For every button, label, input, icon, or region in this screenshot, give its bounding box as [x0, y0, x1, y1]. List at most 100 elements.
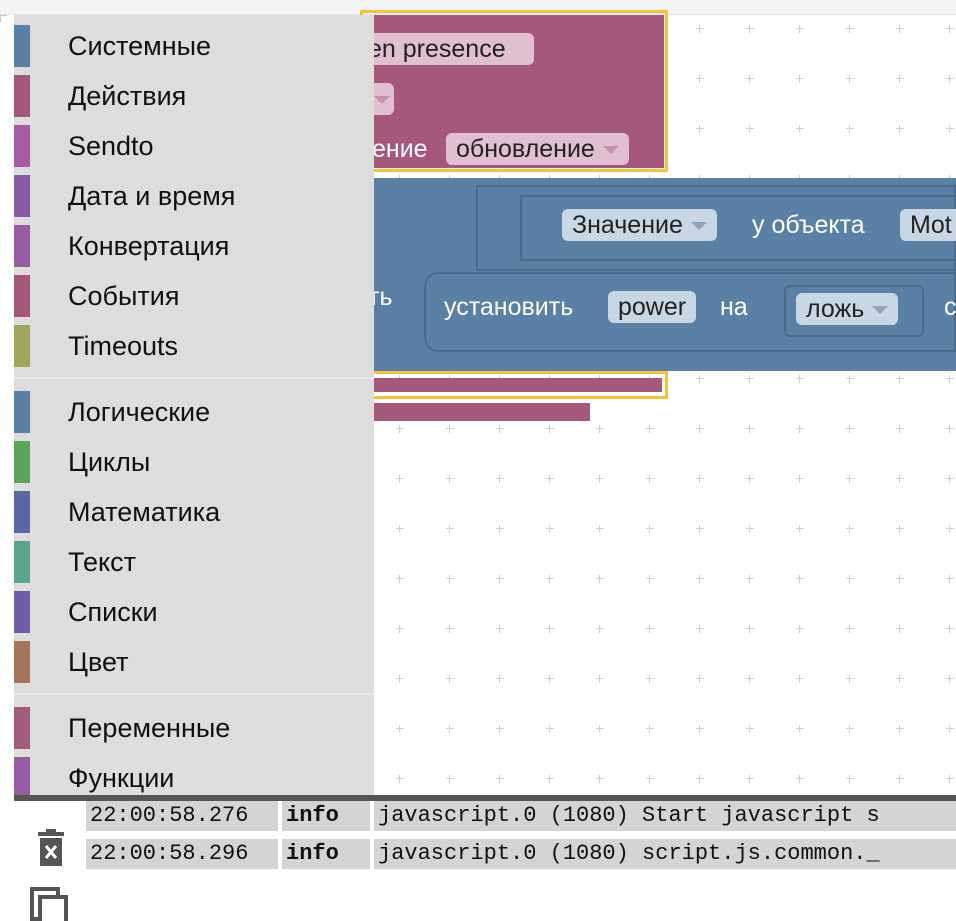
log-table: 22:00:58.276 info javascript.0 (1080) Star… [86, 801, 956, 918]
grid-mark [646, 725, 654, 733]
grid-mark [796, 425, 804, 433]
grid-mark [396, 475, 404, 483]
category-label: Текст [68, 546, 136, 577]
grid-mark [446, 575, 454, 583]
grid-mark [746, 125, 754, 133]
category-color-swatch [14, 25, 30, 67]
category-label: Цвет [68, 646, 129, 677]
toolbox-category[interactable]: Действия [14, 71, 374, 121]
grid-mark [496, 675, 504, 683]
grid-mark [546, 775, 554, 783]
category-label: Дата и время [68, 180, 236, 211]
grid-mark [896, 625, 904, 633]
grid-mark [846, 525, 854, 533]
grid-mark [396, 625, 404, 633]
grid-mark [396, 725, 404, 733]
set-field-name[interactable]: power [608, 291, 697, 323]
grid-mark [546, 525, 554, 533]
log-level: info [282, 801, 370, 831]
category-color-swatch [14, 757, 30, 799]
category-color-swatch [14, 641, 30, 683]
grid-mark [846, 625, 854, 633]
category-label: Списки [68, 596, 158, 627]
grid-mark [846, 425, 854, 433]
toolbox-category[interactable]: Sendto [14, 121, 374, 171]
grid-mark [946, 25, 954, 33]
trigger-presence-field[interactable]: en presence [362, 33, 534, 65]
grid-mark [596, 725, 604, 733]
toolbox-category[interactable]: Математика [14, 487, 374, 537]
grid-mark [846, 75, 854, 83]
log-time: 22:00:58.296 [86, 839, 278, 869]
category-color-swatch [14, 225, 30, 267]
log-row: 22:00:58.296 info javascript.0 (1080) scri… [86, 839, 956, 869]
grid-mark [796, 475, 804, 483]
log-toolbar [14, 801, 87, 921]
grid-mark [946, 625, 954, 633]
category-label: Циклы [68, 446, 151, 477]
set-label: установить [444, 293, 574, 321]
grid-mark [896, 525, 904, 533]
category-color-swatch [14, 591, 30, 633]
object-field[interactable]: Mot [900, 209, 956, 241]
grid-mark [896, 125, 904, 133]
log-row: 22:00:58.276 info javascript.0 (1080) Star… [86, 801, 956, 831]
grid-mark [496, 475, 504, 483]
grid-mark [396, 775, 404, 783]
copy-icon[interactable] [30, 887, 70, 921]
grid-mark [746, 625, 754, 633]
grid-mark [596, 775, 604, 783]
grid-mark [846, 775, 854, 783]
grid-mark [746, 675, 754, 683]
get-value-dropdown[interactable]: Значение [562, 209, 717, 241]
grid-mark [846, 375, 854, 383]
grid-mark [746, 25, 754, 33]
toolbox-category[interactable]: Цвет [14, 637, 374, 687]
cut-label: с [944, 293, 956, 321]
grid-mark [796, 675, 804, 683]
grid-mark [596, 625, 604, 633]
toolbox-category[interactable]: Циклы [14, 437, 374, 487]
toolbox-separator [14, 377, 374, 379]
grid-mark [846, 475, 854, 483]
grid-mark [696, 75, 704, 83]
category-color-swatch [14, 541, 30, 583]
toolbox-category[interactable]: Системные [14, 21, 374, 71]
toolbox-category[interactable]: Логические [14, 387, 374, 437]
toolbox-category[interactable]: Переменные [14, 703, 374, 753]
grid-mark [446, 775, 454, 783]
grid-mark [796, 775, 804, 783]
grid-mark [696, 575, 704, 583]
trash-icon[interactable] [38, 829, 64, 867]
chevron-down-icon [602, 146, 619, 155]
toolbox-category[interactable]: Конвертация [14, 221, 374, 271]
grid-mark [846, 675, 854, 683]
event-block-bottom [340, 378, 662, 392]
toolbox-category[interactable]: Timeouts [14, 321, 374, 371]
grid-mark [446, 625, 454, 633]
grid-mark [546, 575, 554, 583]
toolbox-categories: Системные Действия Sendto Дата и время Конве… [14, 15, 374, 799]
grid-mark [896, 725, 904, 733]
grid-mark [946, 425, 954, 433]
toolbox-category[interactable]: Текст [14, 537, 374, 587]
grid-mark [896, 575, 904, 583]
trigger-change-dropdown[interactable]: обновление [446, 133, 629, 165]
grid-mark [946, 725, 954, 733]
category-label: Функции [68, 762, 175, 793]
grid-mark [896, 675, 904, 683]
grid-mark [546, 475, 554, 483]
grid-mark [446, 425, 454, 433]
grid-mark [496, 775, 504, 783]
grid-mark [596, 425, 604, 433]
toolbox-category[interactable]: События [14, 271, 374, 321]
grid-mark [696, 775, 704, 783]
toolbox-category[interactable]: Списки [14, 587, 374, 637]
toolbox-category[interactable]: Дата и время [14, 171, 374, 221]
grid-mark [946, 475, 954, 483]
bool-dropdown[interactable]: ложь [796, 293, 899, 325]
grid-mark [896, 475, 904, 483]
grid-mark [496, 525, 504, 533]
category-color-swatch [14, 491, 30, 533]
grid-mark [746, 375, 754, 383]
